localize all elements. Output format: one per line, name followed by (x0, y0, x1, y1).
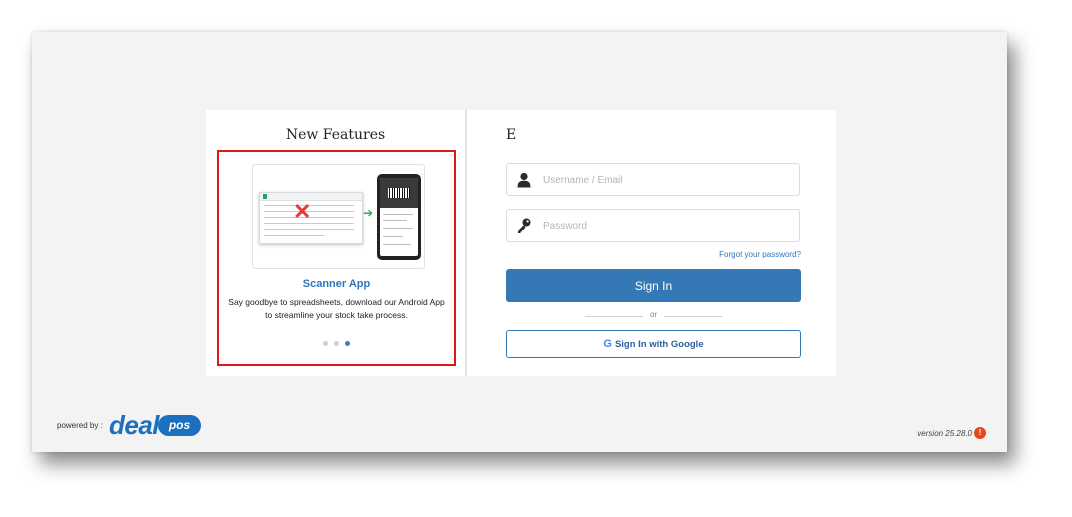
phone-illustration (377, 174, 421, 260)
feature-name: Scanner App (302, 278, 371, 290)
google-sign-in-label: Sign In with Google (614, 338, 704, 350)
dealpos-logo: deal (109, 410, 160, 440)
new-features-panel: New Features ✕ ➔ Scanner App Say goodbye… (206, 110, 467, 376)
carousel-dots (219, 341, 454, 346)
powered-by-label: powered by : (57, 421, 103, 430)
version-label: version 25.28.0 (917, 429, 972, 438)
carousel-dot-1[interactable] (323, 341, 328, 346)
username-field[interactable] (506, 163, 800, 197)
or-label: or (649, 310, 658, 319)
google-sign-in-button[interactable]: G Sign In with Google (506, 330, 801, 358)
google-icon: G (603, 338, 612, 350)
barcode-icon (388, 188, 410, 198)
user-icon (517, 172, 531, 188)
login-card: New Features ✕ ➔ Scanner App Say goodbye… (206, 110, 836, 376)
password-field[interactable] (506, 209, 800, 243)
carousel-dot-3[interactable] (345, 341, 350, 346)
scanner-app-image: ✕ ➔ (252, 164, 425, 269)
key-icon (518, 218, 531, 233)
red-x-icon: ✕ (293, 199, 312, 224)
arrow-right-icon: ➔ (363, 206, 374, 220)
sign-in-button[interactable]: Sign In (506, 269, 801, 302)
dealpos-logo-badge: pos (158, 415, 201, 436)
version-alert-icon[interactable]: ! (974, 427, 986, 439)
features-title: New Features (285, 127, 386, 143)
feature-description: Say goodbye to spreadsheets, download ou… (228, 297, 445, 320)
carousel-dot-2[interactable] (334, 341, 339, 346)
sheets-logo-icon (263, 194, 267, 199)
password-input[interactable] (541, 210, 795, 243)
login-page: New Features ✕ ➔ Scanner App Say goodbye… (32, 32, 1007, 452)
forgot-password-link[interactable]: Forgot your password? (719, 250, 801, 259)
or-divider: or (585, 310, 722, 322)
brand-letter: E (506, 127, 517, 143)
feature-carousel[interactable]: ✕ ➔ Scanner App Say goodbye to spreadshe… (217, 150, 456, 366)
username-input[interactable] (541, 164, 795, 197)
signin-panel: E Forgot your password? Sign In (467, 110, 836, 376)
